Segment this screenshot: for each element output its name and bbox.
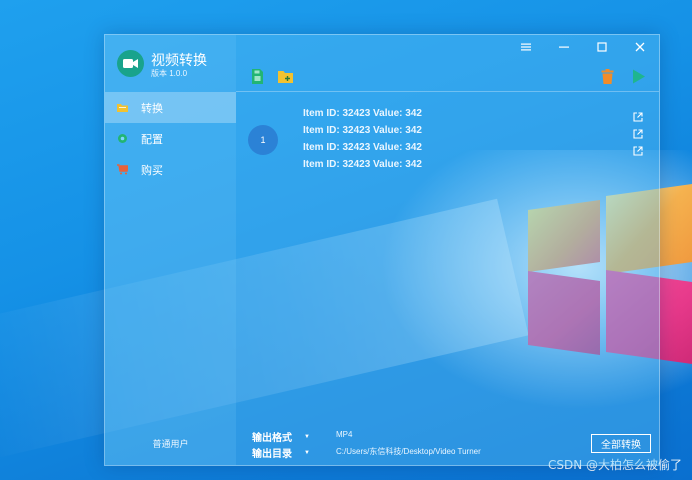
folder-icon xyxy=(117,102,128,113)
sidebar-item-buy[interactable]: 购买 xyxy=(105,154,236,185)
output-dir-value: C:/Users/东信科技/Desktop/Video Turner xyxy=(336,447,481,456)
video-camera-icon xyxy=(117,50,144,77)
toolbar-divider xyxy=(236,91,659,92)
add-folder-icon xyxy=(277,70,293,83)
list-item: Item ID: 32423 Value: 342 xyxy=(303,108,422,119)
task-index-badge: 1 xyxy=(248,125,278,155)
sidebar-item-config[interactable]: 配置 xyxy=(105,123,236,154)
sidebar: 视频转换 版本 1.0.0 转换 配置 购买 普通用户 xyxy=(105,35,236,465)
main-panel: 1 Item ID: 32423 Value: 342 Item ID: 324… xyxy=(236,35,659,465)
close-icon xyxy=(635,42,645,52)
delete-button[interactable] xyxy=(598,67,616,85)
save-button[interactable] xyxy=(248,67,266,85)
task-item-list: Item ID: 32423 Value: 342 Item ID: 32423… xyxy=(303,105,643,173)
minimize-icon xyxy=(559,46,569,48)
chevron-down-icon[interactable]: ▼ xyxy=(304,450,310,456)
output-dir-select[interactable]: 输出目录 ▼ xyxy=(252,445,310,460)
menu-button[interactable] xyxy=(507,37,545,57)
list-item: Item ID: 32423 Value: 342 xyxy=(303,125,422,136)
cart-icon xyxy=(117,164,128,175)
output-format-select[interactable]: 输出格式 ▼ xyxy=(252,429,310,444)
start-convert-button[interactable] xyxy=(629,67,647,85)
app-version: 版本 1.0.0 xyxy=(151,69,188,78)
toolbar-right xyxy=(598,67,647,85)
output-format-value: MP4 xyxy=(336,430,353,439)
play-icon xyxy=(632,69,645,83)
sidebar-nav: 转换 配置 购买 xyxy=(105,92,236,185)
sidebar-item-label: 购买 xyxy=(141,164,163,177)
list-item: Item ID: 32423 Value: 342 xyxy=(303,142,422,153)
add-folder-button[interactable] xyxy=(276,67,294,85)
output-format-label: 输出格式 xyxy=(252,433,292,444)
chevron-down-icon[interactable]: ▼ xyxy=(304,434,310,440)
gear-icon xyxy=(117,133,128,144)
sidebar-item-label: 配置 xyxy=(141,133,163,146)
save-file-icon xyxy=(251,68,263,84)
minimize-button[interactable] xyxy=(545,37,583,57)
external-link-icon[interactable] xyxy=(633,146,643,156)
maximize-icon xyxy=(597,42,607,52)
sidebar-item-convert[interactable]: 转换 xyxy=(105,92,236,123)
output-settings: 输出格式 ▼ MP4 输出目录 ▼ C:/Users/东信科技/Desktop/… xyxy=(236,427,659,461)
trash-icon xyxy=(601,68,613,84)
open-actions xyxy=(633,112,643,163)
output-dir-label: 输出目录 xyxy=(252,449,292,460)
app-window: 视频转换 版本 1.0.0 转换 配置 购买 普通用户 1 Item ID: 3… xyxy=(104,34,660,466)
sidebar-item-label: 转换 xyxy=(141,102,163,115)
external-link-icon[interactable] xyxy=(633,112,643,122)
menu-icon xyxy=(521,43,531,51)
list-item: Item ID: 32423 Value: 342 xyxy=(303,159,422,170)
close-button[interactable] xyxy=(621,37,659,57)
window-controls xyxy=(507,37,659,57)
toolbar-left xyxy=(248,67,294,85)
app-title: 视频转换 xyxy=(151,52,207,68)
maximize-button[interactable] xyxy=(583,37,621,57)
external-link-icon[interactable] xyxy=(633,129,643,139)
user-level-label: 普通用户 xyxy=(152,439,189,449)
convert-all-button[interactable]: 全部转换 xyxy=(591,434,651,453)
